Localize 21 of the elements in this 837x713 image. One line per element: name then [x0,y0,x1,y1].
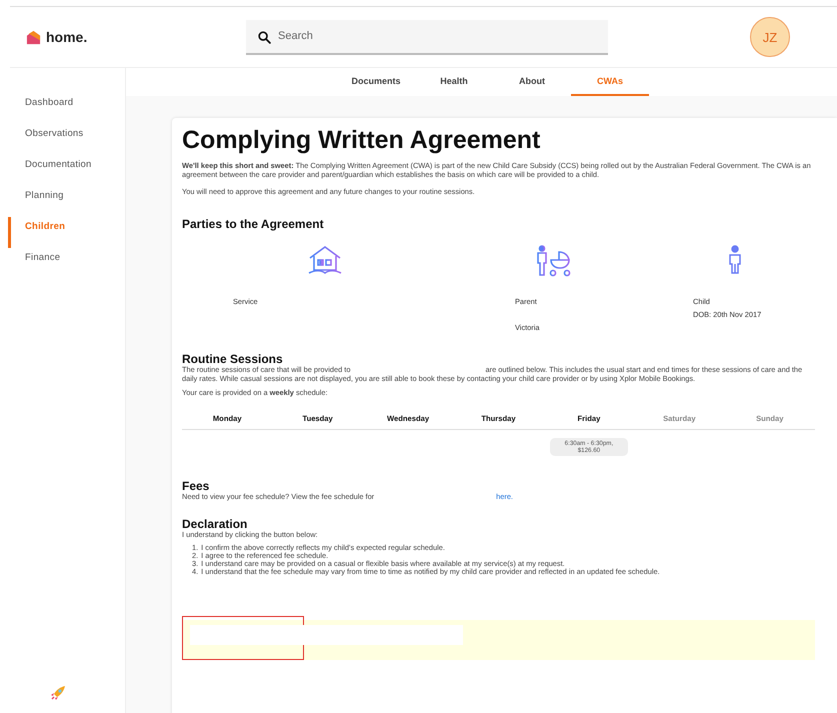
tab[interactable]: Health [415,68,493,96]
logo-text[interactable]: home. [46,29,88,45]
sidebar-item[interactable]: Finance [8,248,125,279]
section-heading: Declaration [182,518,248,530]
child-icon [727,244,743,277]
sidebar-item[interactable]: Documentation [8,155,125,186]
sidebar-item[interactable]: Dashboard [8,93,125,124]
tab[interactable]: Documents [337,68,415,96]
rocket-icon [50,685,66,701]
logo-icon [26,30,41,44]
tab[interactable]: About [493,68,571,96]
search-field[interactable]: Search [246,20,608,54]
section-heading: Parties to the Agreement [182,216,325,231]
house-icon [307,244,343,277]
section-heading: Routine Sessions [182,352,284,365]
name-field[interactable] [190,625,463,646]
parent-stroller-icon [535,244,573,277]
section-heading: Fees [182,480,210,492]
sidebar-item[interactable]: Observations [8,124,125,155]
sidebar-item[interactable]: Planning [8,186,125,217]
page-title: Complying Written Agreement [182,126,542,155]
